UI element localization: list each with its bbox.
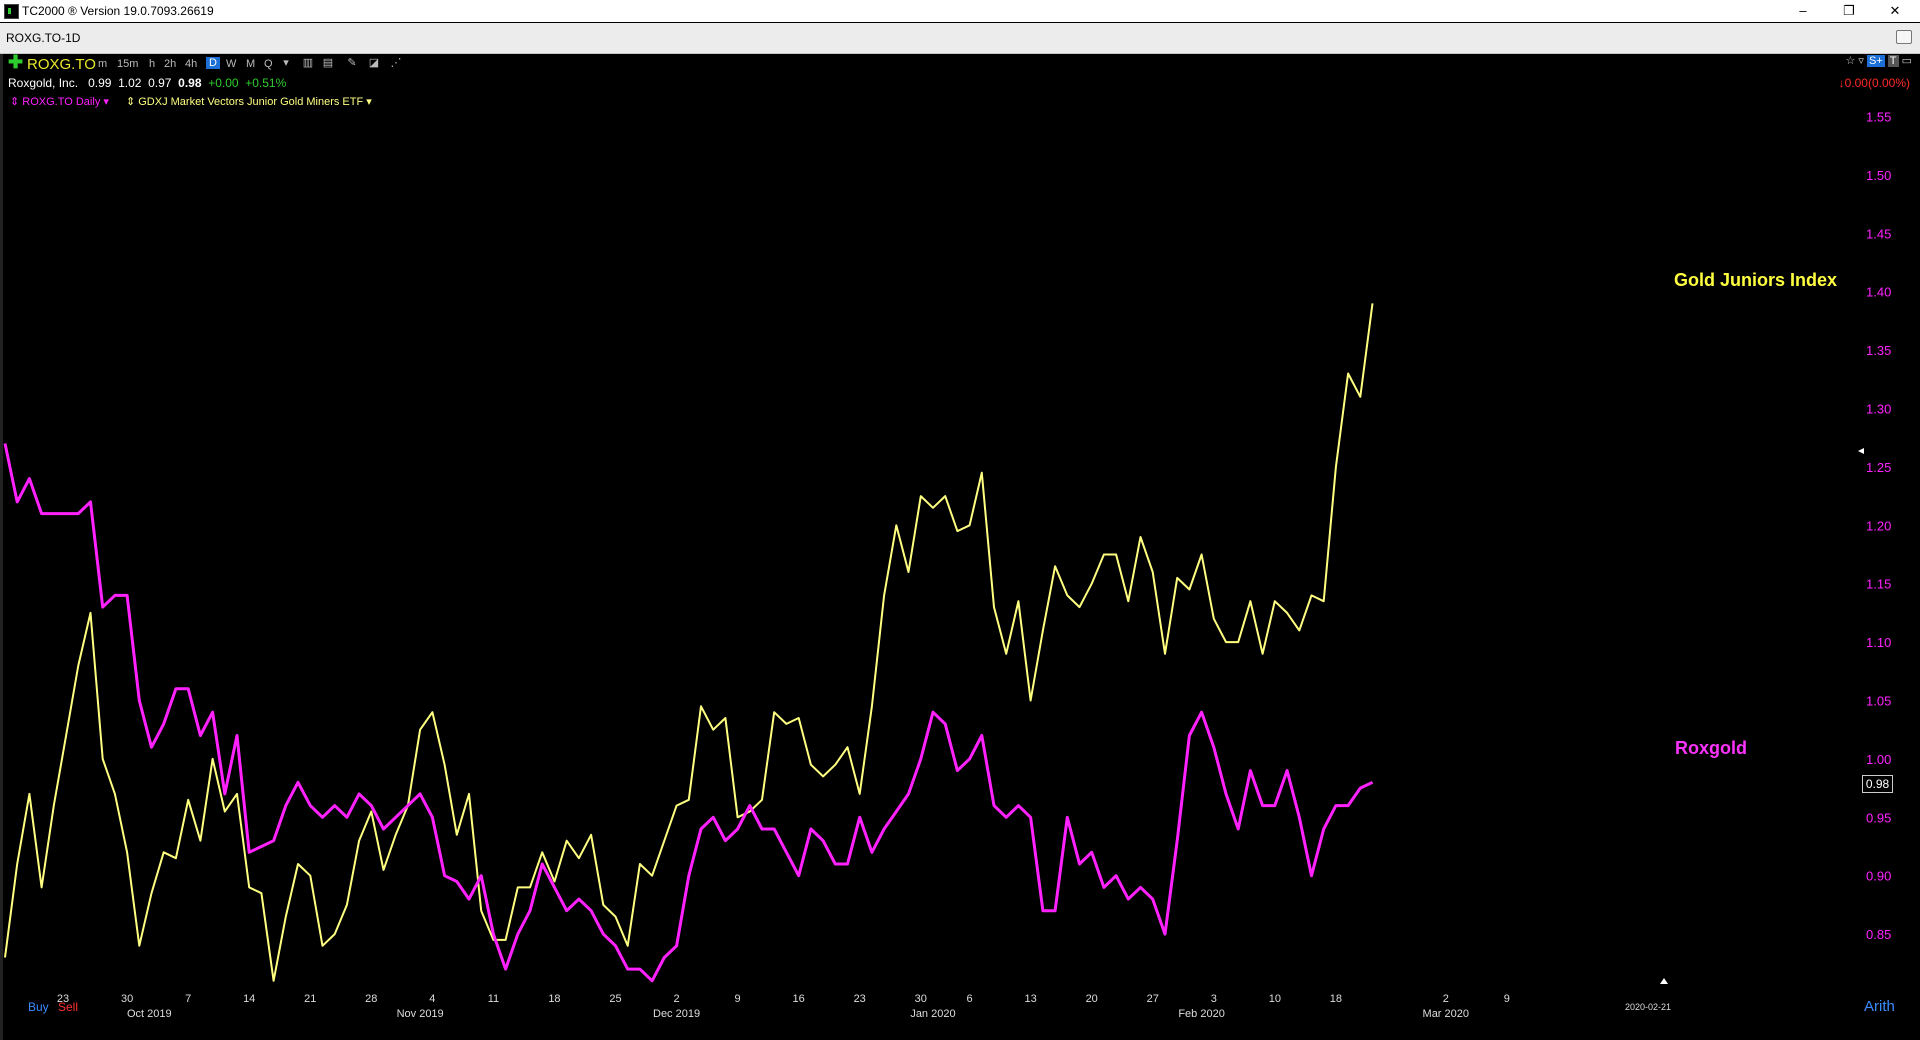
x-tick-label: 28 (365, 993, 377, 1005)
x-tick-label: 4 (429, 993, 435, 1005)
y-tick-label: 1.35 (1866, 343, 1891, 358)
x-tick-label: 21 (304, 993, 316, 1005)
x-tick-label: 13 (1025, 993, 1037, 1005)
x-month-label: Jan 2020 (910, 1008, 955, 1020)
x-tick-label: 2 (673, 993, 679, 1005)
x-tick-label: 27 (1147, 993, 1159, 1005)
scale-mode-button[interactable]: Arith (1864, 998, 1895, 1015)
y-tick-label: 1.20 (1866, 518, 1891, 533)
y-tick-label: 1.25 (1866, 460, 1891, 475)
x-tick-label: 23 (854, 993, 866, 1005)
y-tick-label: 0.95 (1866, 810, 1891, 825)
y-tick-label: 1.55 (1866, 110, 1891, 125)
x-tick-label: 10 (1269, 993, 1281, 1005)
y-axis: 1.55 1.50 1.45 1.40 1.35 1.30 1.25 1.20 1.15 1.10… (1866, 110, 1891, 943)
y-tick-label: 1.30 (1866, 402, 1891, 417)
axis-marker-icon (1858, 448, 1864, 454)
x-tick-label: 30 (121, 993, 133, 1005)
last-price-box: 0.98 (1862, 775, 1893, 793)
x-month-label: Oct 2019 (127, 1008, 172, 1020)
sell-button[interactable]: Sell (58, 1000, 78, 1014)
date-marker: 2020-02-21 (1625, 1002, 1672, 1012)
roxgold-series-line[interactable] (3, 443, 1374, 983)
y-tick-label: 0.90 (1866, 869, 1891, 884)
buy-button[interactable]: Buy (28, 1000, 49, 1014)
x-tick-label: 6 (967, 993, 973, 1005)
y-tick-label: 1.50 (1866, 168, 1891, 183)
x-tick-label: 14 (243, 993, 255, 1005)
x-month-label: Dec 2019 (653, 1008, 700, 1020)
x-tick-label: 16 (793, 993, 805, 1005)
x-tick-label: 18 (548, 993, 560, 1005)
x-month-label: Mar 2020 (1423, 1008, 1469, 1020)
price-chart[interactable]: 1.55 1.50 1.45 1.40 1.35 1.30 1.25 1.20 1.15 1.10… (0, 0, 1920, 1040)
x-tick-label: 20 (1086, 993, 1098, 1005)
y-tick-label: 1.05 (1866, 694, 1891, 709)
x-tick-label: 30 (915, 993, 927, 1005)
y-tick-label: 1.45 (1866, 226, 1891, 241)
x-tick-label: 25 (609, 993, 621, 1005)
y-tick-label: 1.10 (1866, 635, 1891, 650)
x-month-label: Nov 2019 (397, 1008, 444, 1020)
roxgold-label: Roxgold (1675, 738, 1747, 758)
date-cursor-icon (1660, 978, 1668, 984)
x-tick-label: 9 (735, 993, 741, 1005)
x-tick-label: 2 (1443, 993, 1449, 1005)
x-tick-label: 11 (488, 993, 499, 1005)
y-tick-label: 1.15 (1866, 577, 1891, 592)
x-month-label: Feb 2020 (1178, 1008, 1224, 1020)
y-tick-label: 0.85 (1866, 927, 1891, 942)
y-tick-label: 1.40 (1866, 285, 1891, 300)
x-tick-label: 9 (1504, 993, 1510, 1005)
x-tick-label: 3 (1211, 993, 1217, 1005)
x-tick-label: 18 (1330, 993, 1342, 1005)
x-tick-label: 7 (185, 993, 191, 1005)
x-axis: 23 30 7 14 21 28 4 11 18 25 2 9 16 23 30 6 13 20 27 3 10 18 2 9… (57, 993, 1510, 1020)
y-tick-label: 1.00 (1866, 752, 1891, 767)
gold-juniors-label: Gold Juniors Index (1674, 270, 1838, 290)
series-layer (3, 303, 1864, 984)
